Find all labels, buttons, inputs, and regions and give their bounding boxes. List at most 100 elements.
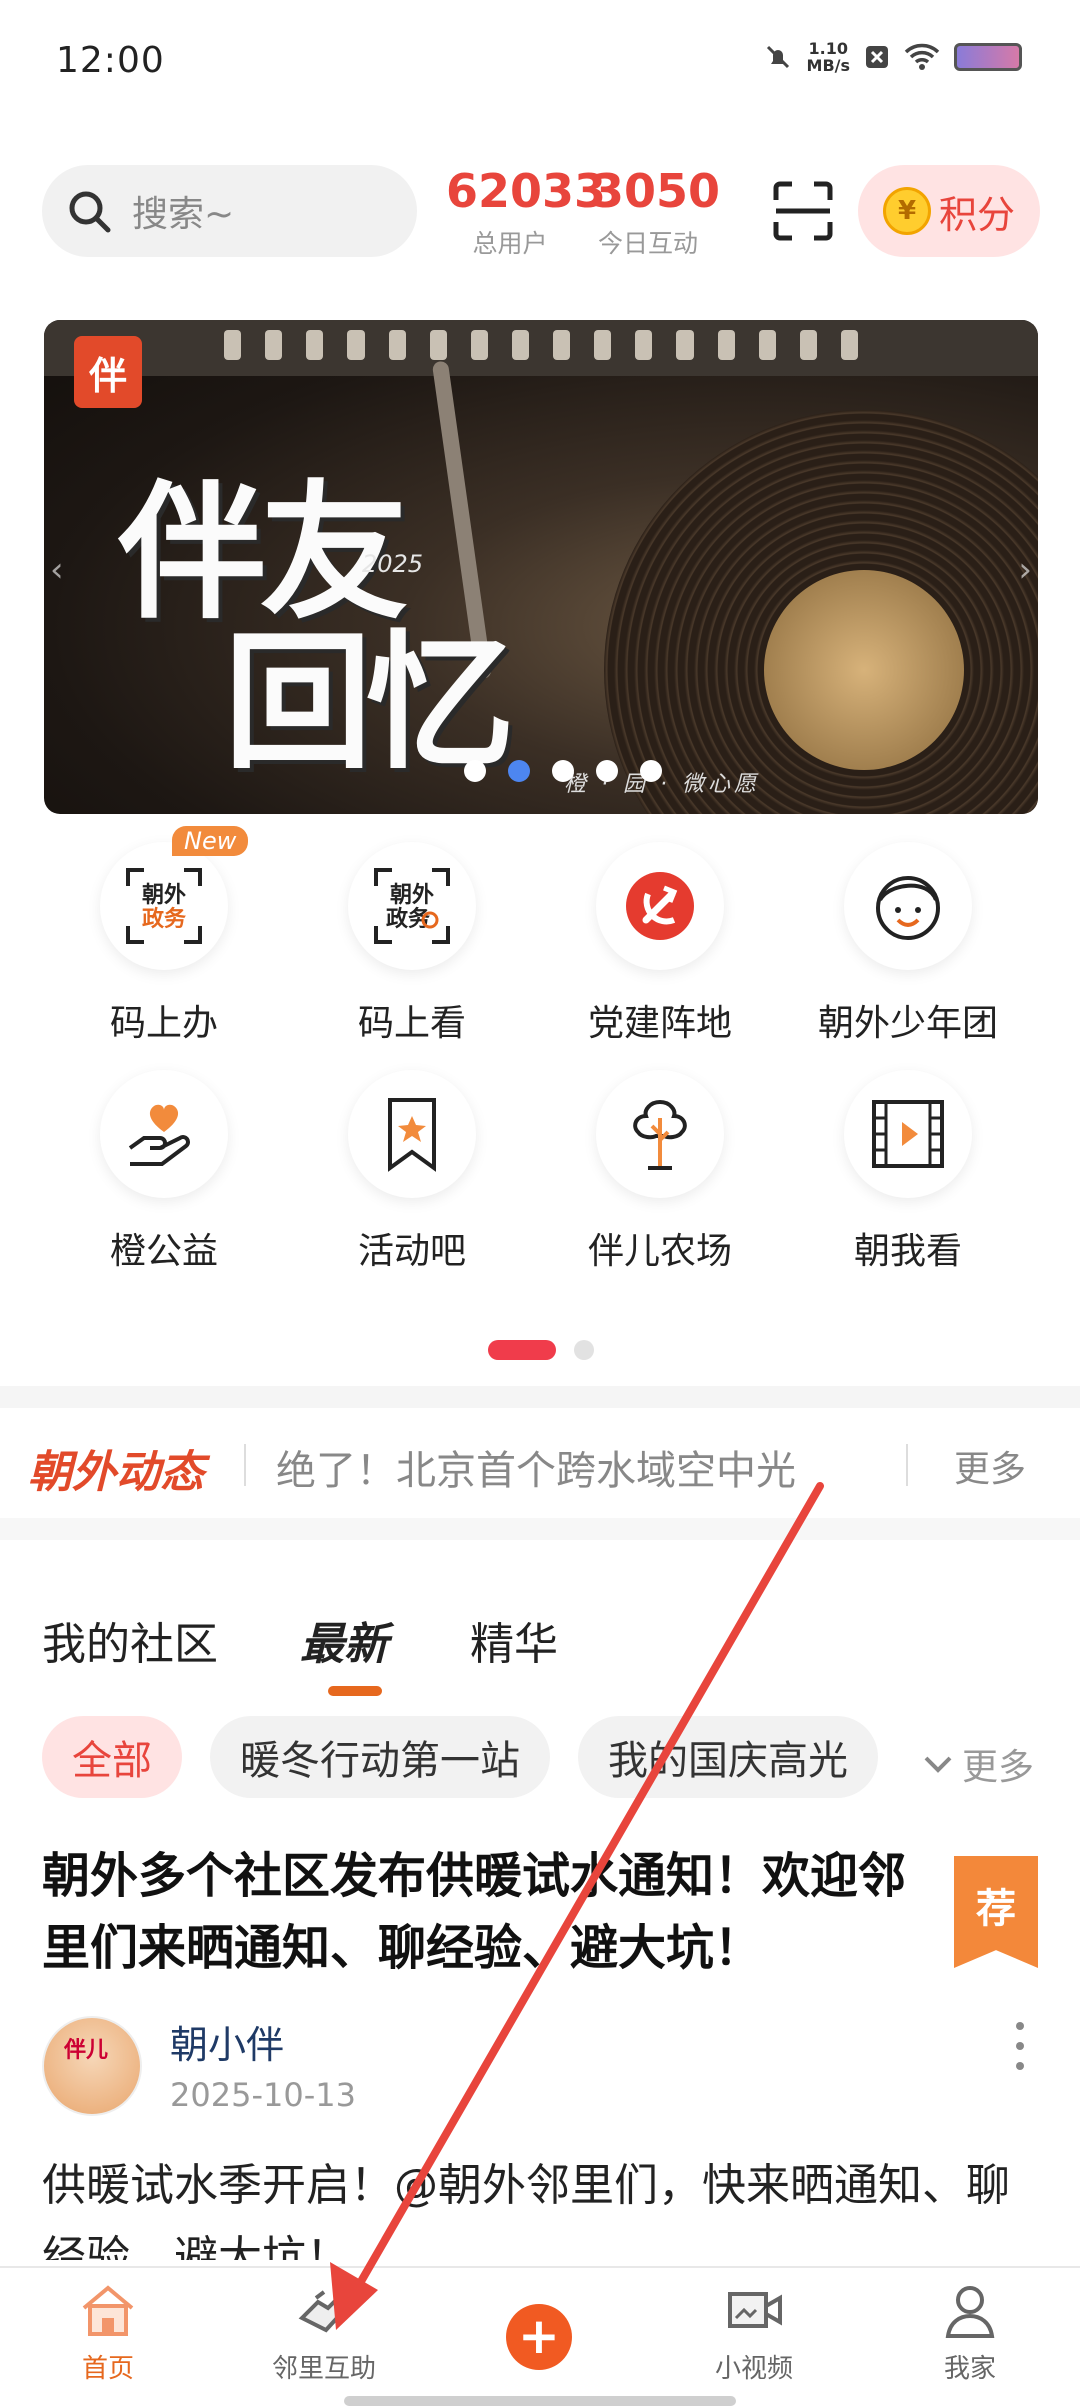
grid-item-party[interactable]: 党建阵地 bbox=[540, 842, 780, 1046]
recommended-badge: 荐 bbox=[954, 1856, 1038, 1968]
film-play-icon bbox=[872, 1100, 944, 1168]
svg-text:朝外: 朝外 bbox=[390, 882, 434, 908]
bookmark-star-icon bbox=[388, 1098, 436, 1172]
handshake-icon bbox=[298, 2290, 351, 2333]
banner-carousel[interactable]: 伴 伴友 2025 回忆 橙 · 园 · 微心愿 ‹ › bbox=[44, 320, 1038, 814]
chips-more-label: 更多 bbox=[962, 1747, 1035, 1788]
nav-my-home[interactable]: 我家 bbox=[890, 2278, 1050, 2385]
status-icons: 1.10 MB/s bbox=[763, 40, 1022, 74]
nav-label: 邻里互助 bbox=[271, 2354, 376, 2384]
news-ticker[interactable]: 朝外动态 绝了！北京首个跨水域空中光 更多 bbox=[0, 1408, 1080, 1518]
stat-total-users-value: 62033 bbox=[446, 164, 607, 218]
nav-neighbor-help[interactable]: 邻里互助 bbox=[244, 2278, 404, 2385]
grid-pagination bbox=[488, 1340, 594, 1360]
home-icon bbox=[82, 2285, 134, 2336]
banner-dot[interactable] bbox=[464, 760, 486, 782]
chevron-down-icon bbox=[924, 1756, 952, 1773]
banner-dot-active[interactable] bbox=[508, 760, 530, 782]
battery-icon bbox=[954, 43, 1022, 71]
tab-featured[interactable]: 精华 bbox=[470, 1608, 558, 1672]
search-icon bbox=[69, 191, 111, 233]
grid-label: 码上办 bbox=[109, 1003, 218, 1044]
post-plus-button[interactable]: + bbox=[506, 2304, 572, 2370]
grid-label: 党建阵地 bbox=[587, 1003, 732, 1044]
divider bbox=[0, 1518, 1080, 1540]
post-title[interactable]: 朝外多个社区发布供暖试水通知！欢迎邻里们来晒通知、聊经验、避大坑！ bbox=[42, 1840, 922, 1984]
svg-text:政务: 政务 bbox=[142, 906, 187, 932]
stat-today-interactions: 3050 今日互动 bbox=[592, 164, 720, 260]
points-button[interactable]: ¥ 积分 bbox=[858, 165, 1040, 257]
search-box[interactable]: 搜索~ bbox=[42, 165, 417, 257]
status-time: 12:00 bbox=[56, 40, 165, 81]
grid-item-youth[interactable]: 朝外少年团 bbox=[788, 842, 1028, 1046]
kid-face-icon bbox=[876, 876, 940, 940]
chip-topic[interactable]: 我的国庆高光 bbox=[578, 1716, 878, 1798]
banner-prev-arrow[interactable]: ‹ bbox=[50, 550, 64, 590]
film-strip-decor bbox=[44, 320, 1038, 376]
net-speed: 1.10 MB/s bbox=[806, 39, 850, 75]
points-label: 积分 bbox=[938, 192, 1015, 237]
avatar[interactable]: 伴儿 bbox=[42, 2016, 142, 2116]
tab-latest[interactable]: 最新 bbox=[300, 1608, 388, 1696]
banner-next-arrow[interactable]: › bbox=[1018, 550, 1032, 590]
nav-short-video[interactable]: 小视频 bbox=[674, 2278, 834, 2385]
video-camera-icon bbox=[728, 2292, 782, 2328]
qr-gov-service-icon: 朝外政务 bbox=[126, 868, 202, 944]
scan-icon[interactable] bbox=[772, 180, 834, 242]
feed-tabs: 我的社区 最新 精华 bbox=[42, 1608, 558, 1696]
bottom-nav: 首页 邻里互助 + 小视频 我家 bbox=[0, 2266, 1080, 2408]
topic-chips: 全部 暖冬行动第一站 我的国庆高光 bbox=[42, 1716, 912, 1798]
divider bbox=[244, 1444, 246, 1486]
banner-dot[interactable] bbox=[640, 760, 662, 782]
nav-home[interactable]: 首页 bbox=[28, 2278, 188, 2385]
vinyl-record-image bbox=[604, 410, 1038, 814]
status-bar: 12:00 1.10 MB/s bbox=[0, 0, 1080, 120]
tab-latest-label: 最新 bbox=[300, 1619, 388, 1670]
chip-topic[interactable]: 暖冬行动第一站 bbox=[210, 1716, 550, 1798]
ticker-more-link[interactable]: 更多 bbox=[954, 1440, 1026, 1492]
nav-label: 小视频 bbox=[714, 2354, 793, 2384]
chip-all[interactable]: 全部 bbox=[42, 1716, 182, 1798]
svg-text:朝外: 朝外 bbox=[142, 882, 186, 908]
post-author[interactable]: 朝小伴 bbox=[170, 2014, 284, 2069]
grid-item-watch[interactable]: 朝我看 bbox=[788, 1070, 1028, 1274]
nav-label: 我家 bbox=[943, 2354, 996, 2384]
new-badge: New bbox=[172, 826, 249, 856]
ticker-brand: 朝外动态 bbox=[28, 1447, 204, 1498]
post-body[interactable]: 供暖试水季开启！@朝外邻里们，快来晒通知、聊经验、避大坑！ bbox=[42, 2150, 1042, 2260]
home-indicator bbox=[344, 2396, 736, 2406]
tab-active-indicator bbox=[328, 1686, 382, 1696]
grid-page-dot-active[interactable] bbox=[488, 1340, 556, 1360]
more-options-icon[interactable] bbox=[1010, 2022, 1030, 2070]
post-date: 2025-10-13 bbox=[170, 2076, 356, 2114]
stat-today-label: 今日互动 bbox=[597, 229, 698, 258]
grid-item-charity[interactable]: 橙公益 bbox=[44, 1070, 284, 1274]
user-icon bbox=[945, 2286, 995, 2338]
stat-total-users: 62033 总用户 bbox=[446, 164, 607, 260]
hand-heart-icon bbox=[128, 1104, 190, 1166]
wifi-icon bbox=[904, 43, 940, 70]
grid-item-activity[interactable]: 活动吧 bbox=[292, 1070, 532, 1274]
grid-label: 橙公益 bbox=[109, 1231, 218, 1272]
grid-page-dot[interactable] bbox=[574, 1340, 594, 1360]
banner-pagination bbox=[464, 760, 662, 782]
nav-label: 首页 bbox=[81, 2354, 134, 2384]
banner-year: 2025 bbox=[362, 550, 424, 578]
avatar-text: 伴儿 bbox=[64, 2038, 109, 2063]
banner-dot[interactable] bbox=[552, 760, 574, 782]
banner-logo: 伴 bbox=[74, 336, 142, 408]
grid-item-code-view[interactable]: 朝外 政务 码上看 bbox=[292, 842, 532, 1046]
grid-label: 朝外少年团 bbox=[817, 1003, 998, 1044]
grid-item-code-service[interactable]: 朝外 政务 New 码上办 bbox=[44, 826, 284, 1046]
grid-label: 朝我看 bbox=[853, 1231, 962, 1272]
banner-dot[interactable] bbox=[596, 760, 618, 782]
chips-more-button[interactable]: 更多 bbox=[922, 1738, 1034, 1790]
ticker-headline[interactable]: 绝了！北京首个跨水域空中光 bbox=[276, 1438, 876, 1496]
divider bbox=[906, 1444, 908, 1486]
grid-label: 伴儿农场 bbox=[587, 1231, 732, 1272]
tab-my-community[interactable]: 我的社区 bbox=[42, 1608, 218, 1672]
stat-total-users-label: 总用户 bbox=[472, 229, 548, 258]
search-placeholder: 搜索~ bbox=[132, 194, 235, 235]
grid-item-farm[interactable]: 伴儿农场 bbox=[540, 1070, 780, 1274]
bell-muted-icon bbox=[766, 45, 789, 69]
